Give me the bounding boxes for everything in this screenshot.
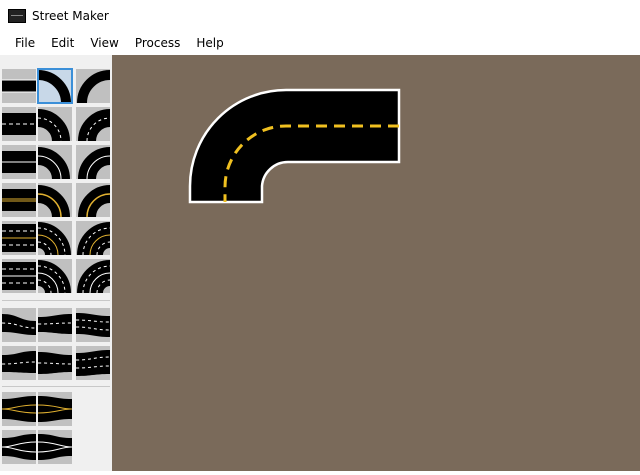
tile-taper-yellow[interactable] [2,392,36,426]
placed-road-curve[interactable] [112,55,640,471]
tile-curve-2lane-solid-alt[interactable] [76,145,110,179]
street-canvas[interactable] [112,55,640,471]
menu-help[interactable]: Help [188,31,231,55]
tile-straight-4lane[interactable] [2,221,36,255]
tile-taper-white[interactable] [2,430,36,464]
tile-curve-2lane-yellow[interactable] [38,183,72,217]
palette-divider [2,386,110,387]
road-asphalt [188,88,401,204]
tile-straight-2lane-yellow[interactable] [2,183,36,217]
tile-curve-4lane[interactable] [38,221,72,255]
menu-edit[interactable]: Edit [43,31,82,55]
menu-process[interactable]: Process [127,31,189,55]
tile-curve-1lane[interactable] [37,68,73,104]
street-maker-app-icon [8,8,26,23]
tile-lane-shift-6[interactable] [76,346,110,380]
tile-curve-4lane-alt[interactable] [76,221,110,255]
tile-curve-2lane-dashed[interactable] [38,107,72,141]
tile-lane-shift-2[interactable] [38,308,72,342]
tile-curve-1lane-alt[interactable] [76,69,110,103]
tile-straight-1lane[interactable] [2,69,36,103]
window-title: Street Maker [32,8,109,23]
tile-curve-2lane-dashed-alt[interactable] [76,107,110,141]
tile-curve-4lane-white-alt[interactable] [76,259,110,293]
tile-lane-shift-3[interactable] [76,308,110,342]
tile-lane-shift-1[interactable] [2,308,36,342]
tile-taper-white-alt[interactable] [38,430,72,464]
title-bar: Street Maker [0,0,640,31]
tile-curve-2lane-solid[interactable] [38,145,72,179]
tile-curve-2lane-yellow-alt[interactable] [76,183,110,217]
palette-divider [2,300,110,301]
tile-curve-4lane-white[interactable] [38,259,72,293]
menu-view[interactable]: View [82,31,126,55]
tile-taper-yellow-alt[interactable] [38,392,72,426]
tile-palette [0,55,112,471]
tile-straight-2lane-solid[interactable] [2,145,36,179]
tile-lane-shift-4[interactable] [2,346,36,380]
tile-straight-4lane-alt[interactable] [2,259,36,293]
tile-lane-shift-5[interactable] [38,346,72,380]
menu-file[interactable]: File [7,31,43,55]
tile-straight-2lane-dashed[interactable] [2,107,36,141]
menu-bar: File Edit View Process Help [0,31,640,55]
